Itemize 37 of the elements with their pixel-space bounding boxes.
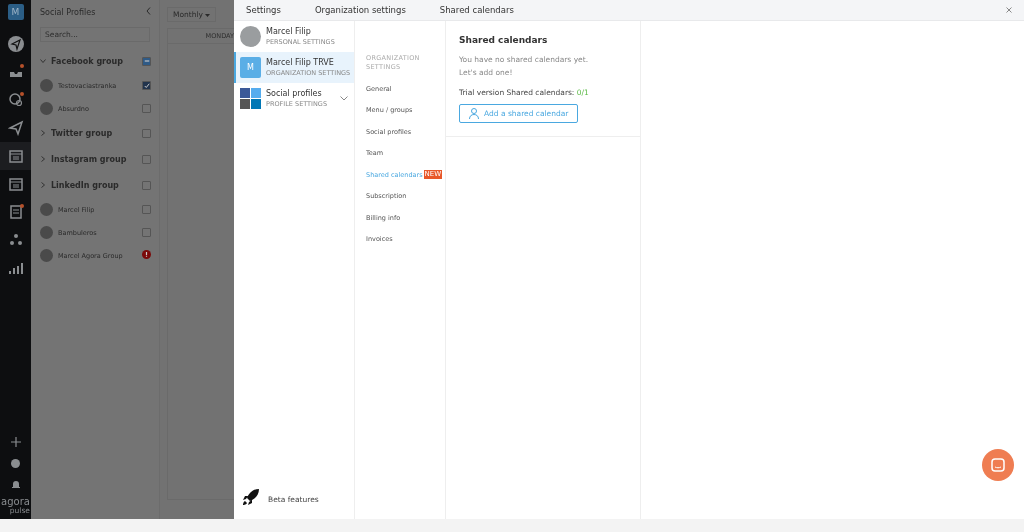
social-profiles-icon (240, 88, 261, 109)
checkbox[interactable] (142, 81, 151, 90)
chevron-icon[interactable] (40, 156, 46, 162)
checkbox[interactable] (142, 56, 151, 66)
checkmark-icon (143, 82, 150, 89)
profile-avatar (40, 79, 53, 92)
help-icon[interactable] (11, 459, 20, 468)
checkbox[interactable] (142, 205, 151, 214)
close-icon[interactable] (1006, 7, 1012, 13)
chevron-icon[interactable] (40, 130, 46, 136)
checkbox[interactable] (142, 228, 151, 237)
profile-avatar (40, 102, 53, 115)
checkbox[interactable] (142, 180, 151, 190)
chevron-icon[interactable] (40, 58, 46, 64)
bell-icon[interactable] (11, 480, 20, 489)
breadcrumb-item[interactable]: Organization settings (314, 5, 406, 15)
sidebar-title: Social Profiles (40, 7, 96, 17)
chevron-left-icon[interactable] (146, 7, 151, 17)
checkbox[interactable] (142, 104, 151, 113)
plus-icon[interactable] (10, 437, 21, 447)
profile-avatar (40, 203, 53, 216)
user-icon (469, 108, 479, 119)
checkbox[interactable] (142, 128, 151, 138)
calendar-icon[interactable] (0, 142, 31, 170)
chevron-icon[interactable] (40, 182, 46, 188)
profile-avatar (40, 249, 53, 262)
caret-down-icon (205, 13, 211, 17)
avatar-photo-placeholder (240, 26, 261, 47)
chevron-down-icon[interactable] (340, 96, 348, 101)
breadcrumb-item[interactable]: Settings (246, 5, 281, 15)
section-title: Shared calendars (459, 35, 549, 45)
checkbox[interactable] (142, 154, 151, 164)
chat-button[interactable] (982, 449, 1014, 481)
breadcrumb-item: Shared calendars (439, 5, 514, 15)
chat-icon (991, 458, 1005, 472)
profile-avatar (40, 226, 53, 239)
minus-icon (143, 58, 150, 64)
